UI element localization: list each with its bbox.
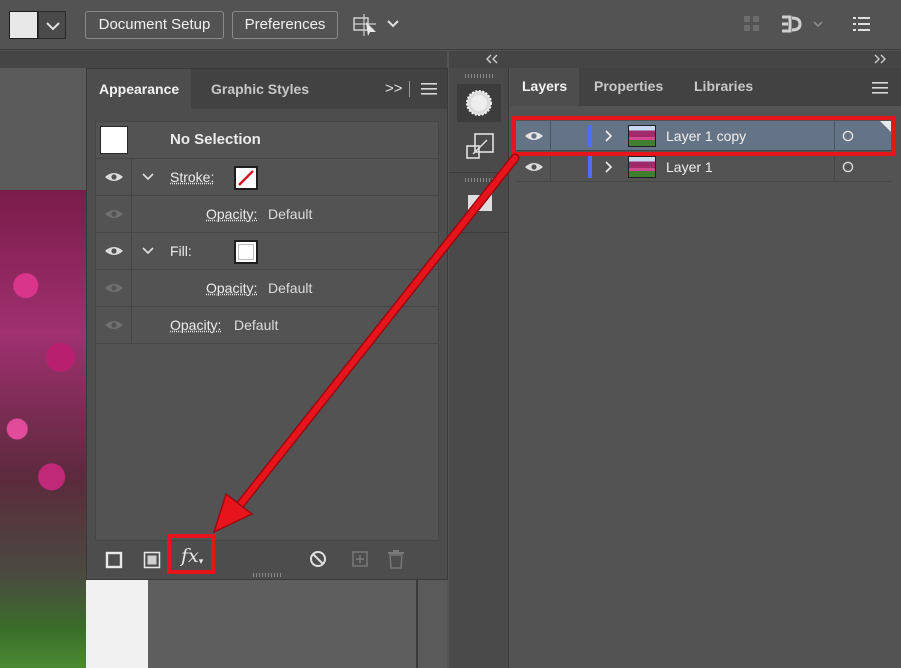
panel-collapse-bar-left xyxy=(0,51,447,68)
object-opacity-row[interactable]: Opacity: Default xyxy=(96,307,438,344)
collapsed-panel-strip xyxy=(449,68,509,668)
visibility-toggle[interactable] xyxy=(96,233,132,269)
fill-swatch[interactable] xyxy=(9,11,38,39)
tab-appearance[interactable]: Appearance xyxy=(87,69,192,109)
tab-properties[interactable]: Properties xyxy=(582,68,675,106)
collapse-right-icon[interactable] xyxy=(873,54,887,64)
appearance-footer: fx▾ xyxy=(95,543,439,575)
control-bar: Document Setup Preferences xyxy=(0,0,901,50)
divider xyxy=(834,152,835,182)
layer-color-indicator xyxy=(588,156,592,178)
opacity-value: Default xyxy=(268,206,313,222)
appearance-panel: Appearance Graphic Styles >> No Selectio… xyxy=(86,68,448,580)
stroke-opacity-row[interactable]: Opacity: Default xyxy=(96,196,438,233)
selection-thumbnail xyxy=(100,126,128,154)
chevron-right-icon[interactable] xyxy=(604,161,614,173)
eye-icon xyxy=(105,210,123,218)
chevron-down-icon[interactable] xyxy=(142,172,154,182)
tab-libraries[interactable]: Libraries xyxy=(682,68,765,106)
appearance-attributes-list: No Selection Stroke: Opacity: Default Fi… xyxy=(95,121,439,541)
panel-overflow-button[interactable]: >> xyxy=(385,80,403,97)
panel-menu-icon[interactable] xyxy=(872,82,888,94)
eye-icon xyxy=(105,247,123,255)
eye-icon xyxy=(105,321,123,329)
trash-icon xyxy=(388,550,404,569)
panel-collapse-bar-right xyxy=(449,51,901,68)
layers-tab-bar: Layers Properties Libraries xyxy=(510,68,901,106)
list-menu-icon[interactable] xyxy=(852,15,872,38)
eye-icon xyxy=(105,173,123,181)
selection-row: No Selection xyxy=(96,122,438,159)
duplicate-item-icon xyxy=(352,551,368,567)
fx-highlight-box xyxy=(167,534,215,574)
tab-graphic-styles[interactable]: Graphic Styles xyxy=(199,69,321,109)
stroke-label[interactable]: Stroke: xyxy=(170,159,214,195)
appearance-tab-bar: Appearance Graphic Styles >> xyxy=(87,69,447,109)
color-guide-button[interactable] xyxy=(457,84,501,122)
eye-icon[interactable] xyxy=(524,161,544,173)
snap-icon[interactable] xyxy=(780,14,826,39)
chevron-down-icon[interactable] xyxy=(142,246,154,256)
visibility-toggle[interactable] xyxy=(96,196,132,232)
target-circle-icon[interactable] xyxy=(842,161,854,173)
canvas-pasteboard xyxy=(148,580,418,668)
grip xyxy=(465,178,493,182)
collapse-left-icon[interactable] xyxy=(485,54,499,64)
artwork-image[interactable] xyxy=(0,190,86,668)
layers-panel: Layers Properties Libraries Layer 1 copy… xyxy=(510,68,901,668)
visibility-toggle[interactable] xyxy=(96,307,132,343)
fill-row[interactable]: Fill: xyxy=(96,233,438,270)
separator xyxy=(449,172,509,173)
visibility-toggle[interactable] xyxy=(96,159,132,195)
add-new-stroke-icon[interactable] xyxy=(105,551,123,569)
layer-thumbnail xyxy=(628,156,656,178)
separator xyxy=(449,232,509,233)
layer-row[interactable]: Layer 1 xyxy=(516,152,892,182)
chevron-down-icon xyxy=(46,22,60,31)
layer-name[interactable]: Layer 1 xyxy=(666,152,713,182)
eye-icon xyxy=(105,284,123,292)
document-setup-button[interactable]: Document Setup xyxy=(85,11,224,39)
fill-color-swatch[interactable] xyxy=(234,240,258,264)
grid-icon[interactable] xyxy=(742,14,762,39)
transform-panel-icon[interactable] xyxy=(465,132,495,162)
fill-label[interactable]: Fill: xyxy=(170,233,192,269)
stroke-row[interactable]: Stroke: xyxy=(96,159,438,196)
opacity-label[interactable]: Opacity: xyxy=(206,196,257,232)
none-swatch-icon xyxy=(238,170,254,186)
divider xyxy=(409,81,410,97)
clear-appearance-icon[interactable] xyxy=(309,550,327,568)
grip xyxy=(465,74,493,78)
panel-menu-icon[interactable] xyxy=(421,83,437,95)
swatch-dropdown[interactable] xyxy=(38,11,66,39)
selection-label: No Selection xyxy=(170,131,261,148)
tab-layers[interactable]: Layers xyxy=(510,68,580,106)
opacity-label[interactable]: Opacity: xyxy=(206,270,257,306)
preferences-button[interactable]: Preferences xyxy=(232,11,338,39)
visibility-toggle[interactable] xyxy=(96,270,132,306)
add-new-fill-icon[interactable] xyxy=(143,551,161,569)
color-wheel-icon xyxy=(466,90,492,116)
artboard-edge xyxy=(86,580,148,668)
opacity-label[interactable]: Opacity: xyxy=(170,307,221,343)
divider xyxy=(550,152,551,182)
stroke-swatch[interactable] xyxy=(234,166,258,190)
resize-grip[interactable] xyxy=(253,573,281,577)
opacity-value: Default xyxy=(234,317,279,333)
fill-opacity-row[interactable]: Opacity: Default xyxy=(96,270,438,307)
layer-highlight-box xyxy=(511,116,895,156)
opacity-value: Default xyxy=(268,280,313,296)
comments-icon[interactable] xyxy=(465,192,495,220)
transform-tool-icon[interactable] xyxy=(352,12,400,43)
